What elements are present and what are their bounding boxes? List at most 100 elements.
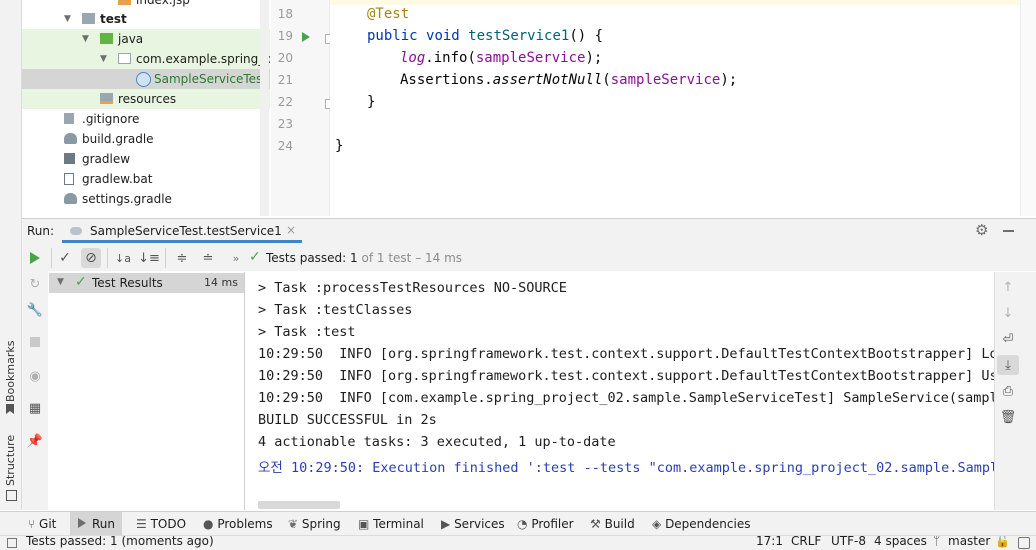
- chevron-down-icon[interactable]: ▼: [57, 277, 64, 287]
- bookmarks-label: Bookmarks: [4, 340, 17, 402]
- collapse-all-icon[interactable]: ≐: [199, 249, 217, 267]
- run-toolbar: ✓ ⊘ ↓a ↓≡ ≑ ≐ » ✓ Tests passed: 1 of 1 t…: [22, 245, 1036, 271]
- sort-duration-icon[interactable]: ↓≡: [138, 249, 160, 267]
- gear-icon[interactable]: ⚙: [975, 221, 988, 239]
- tree-item-gitignore[interactable]: .gitignore: [22, 109, 270, 129]
- project-tree: index.jsp ▼ test ▼ java ▼ com.example.sp…: [22, 0, 270, 216]
- tool-profiler[interactable]: ◔ Profiler: [517, 512, 574, 536]
- tree-item-java[interactable]: ▼ java: [22, 29, 270, 49]
- layers-icon: ◈: [652, 517, 662, 531]
- run-test-gutter-icon[interactable]: [302, 32, 310, 42]
- eye-icon[interactable]: ◉: [26, 367, 44, 385]
- console-line: 10:29:50 INFO [org.springframework.test.…: [258, 368, 994, 384]
- line-number: 24: [277, 139, 293, 153]
- console-side-toolbar: ↑ ↓ ⏎ ⤓ ⎙ 🗑: [994, 272, 1036, 510]
- folder-icon: [82, 13, 95, 24]
- tool-spring[interactable]: ❦ Spring: [288, 512, 341, 536]
- tree-item-gradlew[interactable]: gradlew: [22, 149, 270, 169]
- console-line: 10:29:50 INFO [com.example.spring_projec…: [258, 390, 994, 406]
- tree-item-resources[interactable]: resources: [22, 89, 270, 109]
- tree-item-gradlew-bat[interactable]: gradlew.bat: [22, 169, 270, 189]
- line-number: 22: [277, 95, 293, 109]
- profiler-icon: ◔: [517, 517, 528, 531]
- tool-problems[interactable]: ● Problems: [203, 512, 273, 536]
- bookmarks-tab[interactable]: Bookmarks: [2, 340, 19, 402]
- tree-scrollbar[interactable]: [260, 0, 269, 216]
- console-line: > Task :test: [258, 324, 356, 340]
- tool-dependencies[interactable]: ◈ Dependencies: [652, 512, 750, 536]
- test-results-time: 14 ms: [204, 276, 238, 289]
- jsp-file-icon: [118, 0, 131, 5]
- trash-icon[interactable]: 🗑: [999, 408, 1017, 426]
- tree-item-package[interactable]: ▼ com.example.spring_proj: [22, 49, 270, 69]
- indent-setting[interactable]: 4 spaces: [874, 536, 927, 548]
- arrow-down-icon[interactable]: ↓: [999, 304, 1017, 322]
- stop-icon[interactable]: [26, 333, 44, 351]
- rerun-failed-icon[interactable]: ↻: [26, 275, 44, 293]
- chevron-down-icon[interactable]: ▼: [82, 29, 89, 49]
- layout-icon[interactable]: ▦: [26, 399, 44, 417]
- left-tool-strip: Bookmarks Structure: [0, 0, 22, 510]
- git-branch[interactable]: master: [948, 536, 990, 548]
- line-number: 19: [277, 29, 293, 43]
- structure-tab[interactable]: Structure: [2, 434, 19, 486]
- tree-item-build-gradle[interactable]: build.gradle: [22, 129, 270, 149]
- structure-icon: [6, 490, 17, 501]
- tree-item-test[interactable]: ▼ test: [22, 9, 270, 29]
- gradle-icon: [64, 133, 77, 144]
- chevron-down-icon[interactable]: ▼: [100, 49, 107, 69]
- resources-folder-icon: [100, 93, 113, 104]
- soft-wrap-icon[interactable]: ⏎: [999, 330, 1017, 348]
- expand-all-icon[interactable]: ≑: [173, 249, 191, 267]
- rerun-icon[interactable]: [26, 249, 44, 267]
- console-output[interactable]: > Task :processTestResources NO-SOURCE >…: [246, 272, 994, 510]
- close-icon[interactable]: ×: [286, 223, 296, 237]
- file-encoding[interactable]: UTF-8: [831, 536, 866, 548]
- scroll-to-end-icon[interactable]: ⤓: [997, 355, 1019, 375]
- code-line-20: log.info(sampleService);: [400, 50, 603, 66]
- tool-run[interactable]: Run: [70, 512, 122, 536]
- code-line-19: public void testService1() {: [367, 28, 604, 44]
- show-passed-icon[interactable]: ✓: [56, 249, 74, 267]
- more-actions-icon[interactable]: »: [227, 249, 245, 267]
- tree-item-sampleservicetest[interactable]: SampleServiceTest: [22, 69, 270, 89]
- code-line-18: @Test: [367, 6, 410, 22]
- tool-terminal[interactable]: ▣ Terminal: [358, 512, 424, 536]
- text-file-icon: [64, 173, 74, 185]
- run-tab-title: SampleServiceTest.testService1: [90, 224, 282, 238]
- test-folder-icon: [100, 33, 113, 44]
- line-separator[interactable]: CRLF: [791, 536, 821, 548]
- chevron-down-icon[interactable]: ▼: [64, 9, 71, 29]
- console-line: > Task :testClasses: [258, 302, 413, 318]
- services-icon: ▶: [441, 517, 451, 531]
- line-number: 23: [277, 117, 293, 131]
- print-icon[interactable]: ⎙: [999, 382, 1017, 400]
- code-editor[interactable]: @Test public void testService1() { log.i…: [330, 0, 1020, 216]
- panel-toggle-icon[interactable]: [7, 538, 17, 548]
- wrench-icon[interactable]: 🔧: [26, 301, 44, 319]
- lock-icon[interactable]: 🔓: [995, 536, 1010, 548]
- status-message[interactable]: Tests passed: 1 (moments ago): [26, 536, 214, 548]
- line-number: 21: [277, 73, 293, 87]
- tool-services[interactable]: ▶ Services: [441, 512, 505, 536]
- tree-item-settings-gradle[interactable]: settings.gradle: [22, 189, 270, 209]
- console-hscrollbar[interactable]: [258, 501, 340, 509]
- tool-todo[interactable]: ☰ TODO: [136, 512, 186, 536]
- show-ignored-icon[interactable]: ⊘: [81, 248, 101, 268]
- minimize-icon[interactable]: [1003, 230, 1014, 232]
- console-line: > Task :processTestResources NO-SOURCE: [258, 280, 567, 296]
- caret-position[interactable]: 17:1: [756, 536, 783, 548]
- event-log-icon[interactable]: [1018, 537, 1030, 549]
- sort-alpha-icon[interactable]: ↓a: [114, 249, 132, 267]
- package-icon: [118, 53, 131, 64]
- pin-icon[interactable]: 📌: [26, 432, 44, 450]
- arrow-up-icon[interactable]: ↑: [999, 278, 1017, 296]
- console-line: 4 actionable tasks: 3 executed, 1 up-to-…: [258, 434, 616, 450]
- tool-build[interactable]: ⚒ Build: [590, 512, 635, 536]
- run-tab[interactable]: SampleServiceTest.testService1 ×: [62, 219, 302, 243]
- run-side-toolbar: ↻ 🔧 ◉ ▦ 📌: [22, 271, 48, 510]
- editor-scrollbar[interactable]: [1020, 0, 1036, 216]
- tool-git[interactable]: ⑂ Git: [28, 512, 56, 536]
- divider: [107, 248, 108, 268]
- test-results-row[interactable]: ▼ ✓ Test Results 14 ms: [49, 273, 244, 293]
